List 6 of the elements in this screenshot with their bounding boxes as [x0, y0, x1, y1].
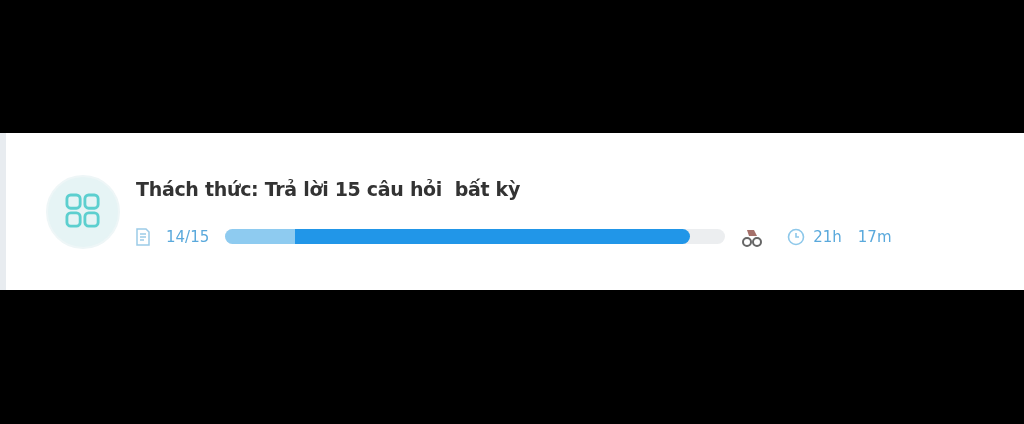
- challenge-title: Thách thức: Trả lời 15 câu hỏi bất kỳ: [136, 177, 522, 202]
- hours-remaining: 21h: [813, 226, 842, 248]
- minutes-remaining: 17m: [857, 226, 892, 248]
- question-count: 14/15: [166, 226, 210, 248]
- document-icon: [136, 227, 150, 246]
- clock-icon: [787, 227, 806, 246]
